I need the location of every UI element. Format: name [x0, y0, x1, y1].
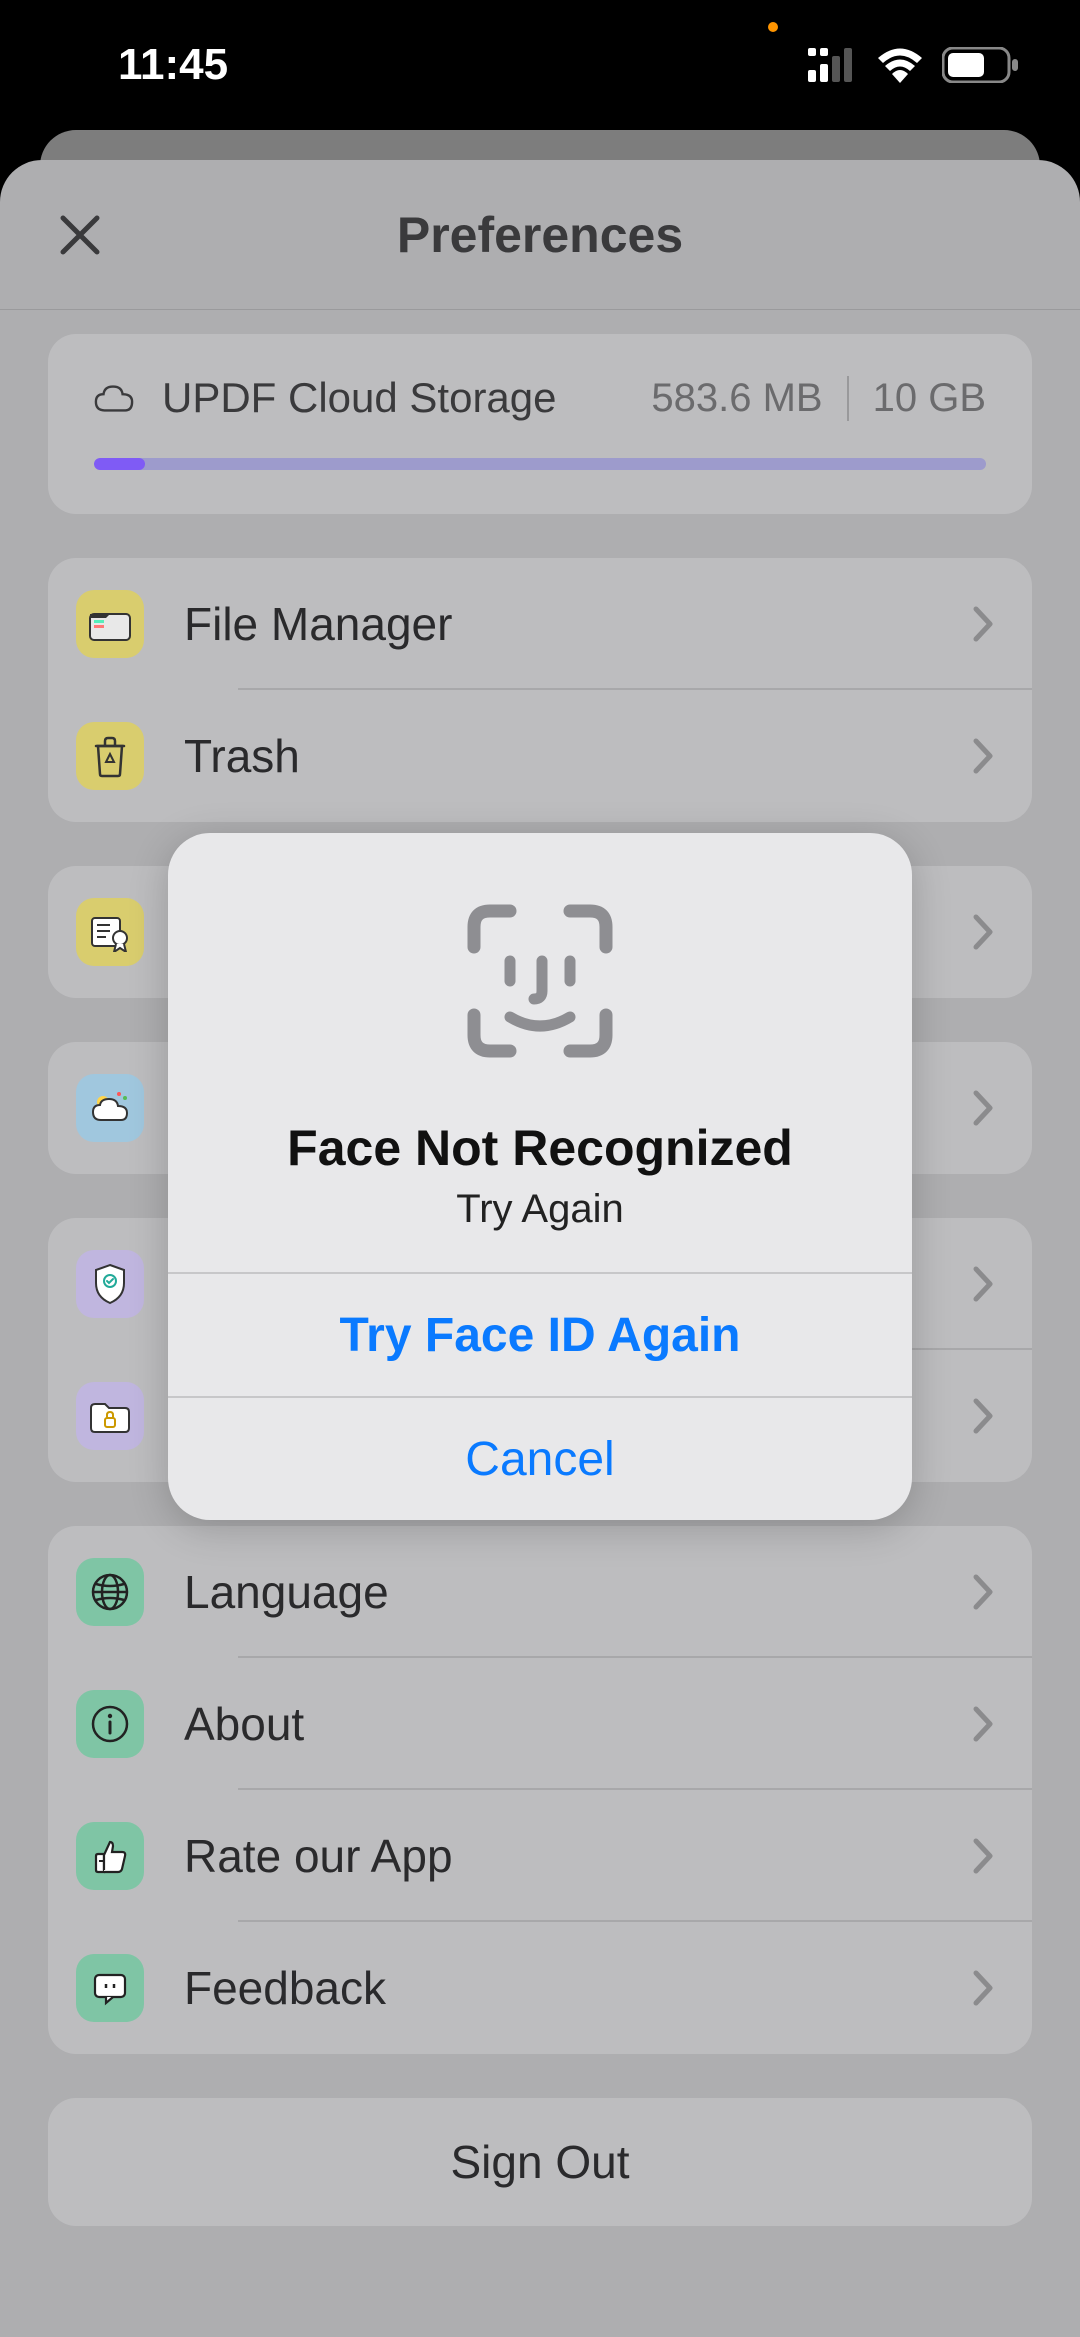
cancel-label: Cancel [465, 1432, 614, 1487]
alert-backdrop: Face Not Recognized Try Again Try Face I… [0, 0, 1080, 2337]
alert-body: Face Not Recognized Try Again [168, 833, 912, 1272]
try-again-label: Try Face ID Again [339, 1308, 740, 1363]
alert-subtitle: Try Again [208, 1187, 872, 1232]
try-again-button[interactable]: Try Face ID Again [168, 1272, 912, 1396]
alert-title: Face Not Recognized [208, 1119, 872, 1177]
faceid-alert: Face Not Recognized Try Again Try Face I… [168, 833, 912, 1520]
cancel-button[interactable]: Cancel [168, 1396, 912, 1520]
faceid-icon [450, 891, 630, 1071]
